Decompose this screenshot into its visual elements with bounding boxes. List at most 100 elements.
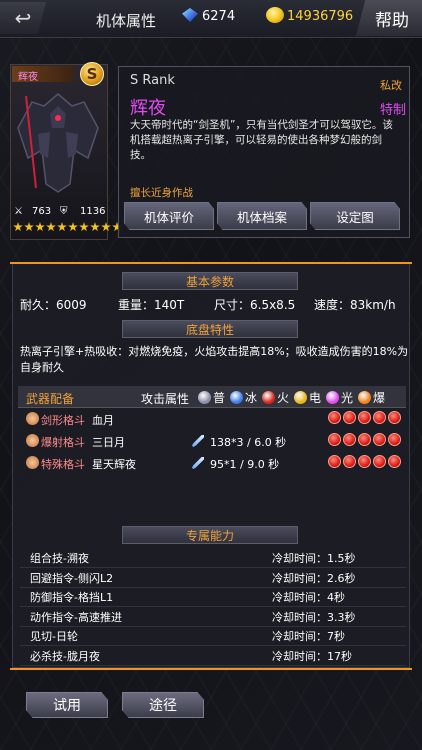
star-icon bbox=[24, 222, 34, 232]
defense-value: 1136 bbox=[80, 206, 106, 217]
weapon-type: 爆射格斗 bbox=[41, 436, 85, 449]
ability-name: 必杀技-胧月夜 bbox=[30, 649, 100, 663]
specialty-label: 擅长近身作战 bbox=[130, 187, 193, 199]
help-button[interactable]: 帮助 bbox=[356, 0, 422, 36]
element-2: 火 bbox=[262, 389, 289, 406]
size-stat: 尺寸：6.5x8.5 bbox=[214, 298, 296, 312]
ability-cooldown: 冷却时间：7秒 bbox=[272, 630, 345, 643]
fire-attribute-dots bbox=[328, 433, 401, 446]
fire-icon bbox=[373, 411, 386, 424]
star-icon bbox=[79, 222, 89, 232]
fire-icon bbox=[388, 455, 401, 468]
fire-icon bbox=[328, 411, 341, 424]
ability-cooldown: 冷却时间：3.3秒 bbox=[272, 610, 356, 624]
rank-badge: S bbox=[80, 62, 104, 86]
fire-icon bbox=[388, 433, 401, 446]
private-tag: 私改 bbox=[380, 79, 402, 92]
star-icon bbox=[13, 222, 23, 232]
fist-icon bbox=[26, 412, 39, 425]
source-button[interactable]: 途径 bbox=[122, 692, 204, 718]
element-4: 光 bbox=[326, 389, 353, 406]
ability-cooldown: 冷却时间：17秒 bbox=[272, 649, 352, 663]
star-icon bbox=[90, 222, 100, 232]
element-icon bbox=[358, 391, 371, 404]
ability-name: 防御指令-格挡L1 bbox=[30, 591, 114, 604]
star-icon bbox=[57, 222, 67, 232]
fist-icon bbox=[26, 434, 39, 447]
fire-icon bbox=[343, 455, 356, 468]
coin-icon bbox=[266, 7, 284, 23]
ability-name: 组合技-溯夜 bbox=[30, 552, 89, 565]
fire-icon bbox=[388, 411, 401, 424]
fire-icon bbox=[343, 433, 356, 446]
element-icon bbox=[326, 391, 339, 404]
weapon-name: 三日月 bbox=[92, 436, 125, 449]
fire-icon bbox=[358, 455, 371, 468]
fire-attribute-dots bbox=[328, 411, 401, 424]
weapon-type: 特殊格斗 bbox=[41, 458, 85, 471]
mech-archive-button[interactable]: 机体档案 bbox=[217, 202, 307, 230]
rank-label: S Rank bbox=[130, 73, 175, 88]
element-1: 冰 bbox=[230, 389, 257, 406]
weapon-stat: 95*1 / 9.0 秒 bbox=[210, 458, 280, 471]
ability-name: 回避指令-侧闪L2 bbox=[30, 571, 114, 585]
fire-icon bbox=[373, 455, 386, 468]
gem-count: 6274 bbox=[202, 9, 236, 24]
defense-icon: ⛨ bbox=[60, 206, 68, 217]
mech-image bbox=[17, 93, 99, 193]
mech-name: 辉夜 bbox=[130, 98, 166, 119]
weapon-stat: 138*3 / 6.0 秒 bbox=[210, 436, 287, 449]
element-0: 普 bbox=[198, 389, 225, 406]
mech-description: 大天帝时代的“剑圣机”，只有当代剑圣才可以驾驭它。该机搭载超热离子引擎，可以轻易… bbox=[130, 119, 393, 161]
coin-count: 14936796 bbox=[287, 9, 354, 24]
fire-icon bbox=[343, 411, 356, 424]
basic-params-header: 基本参数 bbox=[122, 272, 298, 290]
mech-rating-button[interactable]: 机体评价 bbox=[124, 202, 214, 230]
star-rating bbox=[13, 222, 122, 232]
abilities-header: 专属能力 bbox=[122, 526, 298, 544]
portrait-name: 辉夜 bbox=[12, 66, 74, 83]
weapon-name: 血月 bbox=[92, 414, 114, 427]
star-icon bbox=[101, 222, 111, 232]
element-label: 爆 bbox=[373, 391, 386, 405]
ability-name: 见切-日轮 bbox=[30, 630, 78, 643]
element-icon bbox=[198, 391, 211, 404]
fire-icon bbox=[358, 411, 371, 424]
weapon-type: 剑形格斗 bbox=[41, 414, 85, 427]
element-icon bbox=[262, 391, 275, 404]
chassis-description: 热离子引擎+热吸收：对燃烧免疫，火焰攻击提高18%；吸收造成伤害的18%为自身耐… bbox=[20, 345, 409, 374]
durability-stat: 耐久：6009 bbox=[20, 298, 87, 312]
element-label: 电 bbox=[309, 391, 322, 405]
page-title: 机体属性 bbox=[96, 12, 157, 30]
back-arrow-icon: ↩ bbox=[14, 6, 32, 30]
fire-icon bbox=[373, 433, 386, 446]
concept-art-button[interactable]: 设定图 bbox=[310, 202, 400, 230]
fist-icon bbox=[26, 456, 39, 469]
element-5: 爆 bbox=[358, 389, 385, 406]
ability-name: 动作指令-高速推进 bbox=[30, 610, 122, 624]
element-icon bbox=[230, 391, 243, 404]
chassis-header: 底盘特性 bbox=[122, 320, 298, 338]
element-icon bbox=[294, 391, 307, 404]
fire-icon bbox=[328, 455, 341, 468]
element-label: 光 bbox=[341, 391, 354, 405]
weapon-name: 星天辉夜 bbox=[92, 458, 136, 471]
fire-attribute-dots bbox=[328, 455, 401, 468]
weight-stat: 重量：140T bbox=[118, 298, 185, 312]
ability-cooldown: 冷却时间：1.5秒 bbox=[272, 552, 356, 565]
star-icon bbox=[68, 222, 78, 232]
element-label: 冰 bbox=[245, 391, 258, 405]
star-icon bbox=[35, 222, 45, 232]
fire-icon bbox=[328, 433, 341, 446]
attack-value: 763 bbox=[32, 206, 52, 217]
fire-icon bbox=[358, 433, 371, 446]
attack-icon: ⚔ bbox=[14, 206, 23, 217]
element-label: 普 bbox=[213, 391, 226, 405]
ability-cooldown: 冷却时间：2.6秒 bbox=[272, 571, 356, 585]
element-label: 火 bbox=[277, 391, 290, 405]
trial-button[interactable]: 试用 bbox=[26, 692, 108, 718]
ability-cooldown: 冷却时间：4秒 bbox=[272, 591, 345, 604]
star-icon bbox=[46, 222, 56, 232]
weapons-header: 武器配备 bbox=[26, 392, 75, 406]
attack-attribute-label: 攻击属性 bbox=[141, 392, 190, 406]
